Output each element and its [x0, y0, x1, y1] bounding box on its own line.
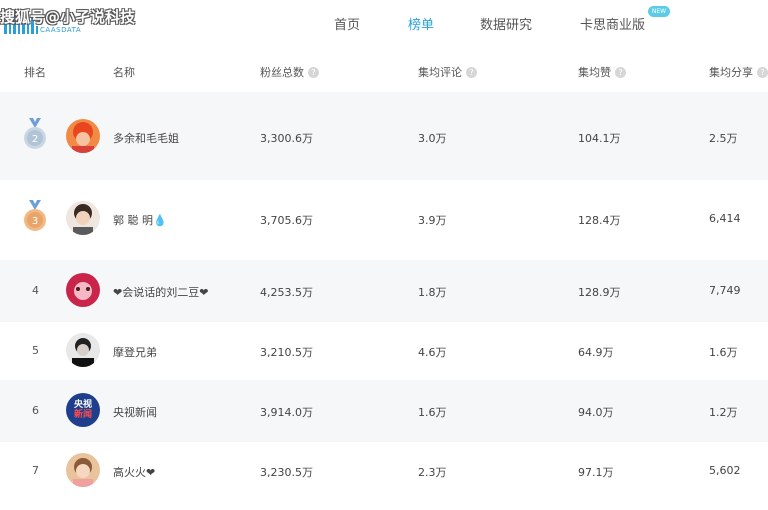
avg-likes: 97.1万 [578, 466, 614, 479]
help-icon[interactable]: ? [466, 66, 477, 78]
avg-likes: 94.0万 [578, 406, 614, 419]
col-name: 名称 [113, 66, 135, 79]
avg-comments: 2.3万 [418, 466, 447, 479]
avg-likes: 104.1万 [578, 132, 621, 145]
table-row[interactable]: 6 央视 新闻 央视新闻 3,914.0万 1.6万 94.0万 1.2万 [0, 380, 768, 442]
rank-number: 7 [32, 464, 39, 477]
account-name[interactable]: 多余和毛毛姐 [113, 130, 179, 146]
logo[interactable]: CAASDATA 搜狐号@小孑说科技 [0, 0, 160, 46]
avg-likes: 64.9万 [578, 346, 614, 359]
account-name[interactable]: 摩登兄弟 [113, 344, 157, 360]
fans-count: 3,230.5万 [260, 466, 313, 479]
fans-count: 3,914.0万 [260, 406, 313, 419]
watermark: 搜狐号@小孑说科技 [0, 8, 136, 26]
help-icon[interactable]: ? [757, 66, 768, 78]
fans-count: 3,300.6万 [260, 132, 313, 145]
avatar[interactable] [66, 333, 100, 367]
nav-business-edition[interactable]: 卡思商业版 [580, 14, 645, 33]
help-icon[interactable]: ? [615, 66, 626, 78]
table-row[interactable]: 4 ❤会说话的刘二豆❤ 4,253.5万 1.8万 128.9万 7,749 [0, 260, 768, 322]
top-nav-bar: CAASDATA 搜狐号@小孑说科技 首页 榜单 数据研究 卡思商业版 NEW [0, 0, 768, 46]
nav-rankings[interactable]: 榜单 [408, 14, 434, 33]
svg-text:3: 3 [32, 216, 38, 227]
new-badge: NEW [648, 6, 670, 17]
fans-count: 3,705.6万 [260, 214, 313, 227]
avatar[interactable] [66, 453, 100, 487]
avg-shares: 5,602 [709, 464, 741, 477]
avg-comments: 3.9万 [418, 214, 447, 227]
avatar[interactable] [66, 119, 100, 153]
help-icon[interactable]: ? [308, 66, 319, 78]
account-name[interactable]: 高火火❤ [113, 464, 155, 480]
table-row[interactable]: 3 郭 聪 明💧 3,705.6万 3.9万 128.4万 6,414 [0, 180, 768, 260]
fans-count: 4,253.5万 [260, 286, 313, 299]
avg-comments: 3.0万 [418, 132, 447, 145]
avatar[interactable]: 央视 新闻 [66, 393, 100, 427]
col-avg-shares[interactable]: 集均分享? [709, 64, 768, 80]
nav-data-research[interactable]: 数据研究 [480, 14, 532, 33]
account-name[interactable]: 郭 聪 明💧 [113, 212, 167, 228]
avatar[interactable] [66, 273, 100, 307]
col-avg-comments[interactable]: 集均评论? [418, 64, 477, 80]
avg-shares: 7,749 [709, 284, 741, 297]
account-name[interactable]: 央视新闻 [113, 404, 157, 420]
avg-comments: 1.6万 [418, 406, 447, 419]
table-header: 排名 名称 粉丝总数? 集均评论? 集均赞? 集均分享? [0, 46, 768, 92]
avg-shares: 1.6万 [709, 346, 738, 359]
rank-number: 4 [32, 284, 39, 297]
col-fans[interactable]: 粉丝总数? [260, 64, 319, 80]
account-name[interactable]: ❤会说话的刘二豆❤ [113, 284, 208, 300]
svg-text:2: 2 [32, 134, 38, 145]
avg-shares: 6,414 [709, 212, 741, 225]
col-rank: 排名 [24, 66, 46, 79]
silver-medal-icon: 2 [24, 118, 46, 149]
table-row[interactable]: 2 多余和毛毛姐 3,300.6万 3.0万 104.1万 2.5万 [0, 92, 768, 180]
avg-comments: 4.6万 [418, 346, 447, 359]
rank-number: 5 [32, 344, 39, 357]
avg-comments: 1.8万 [418, 286, 447, 299]
rank-number: 6 [32, 404, 39, 417]
table-row[interactable]: 7 高火火❤ 3,230.5万 2.3万 97.1万 5,602 [0, 442, 768, 504]
bronze-medal-icon: 3 [24, 200, 46, 231]
avg-shares: 2.5万 [709, 132, 738, 145]
table-row[interactable]: 5 摩登兄弟 3,210.5万 4.6万 64.9万 1.6万 [0, 322, 768, 380]
avatar[interactable] [66, 201, 100, 235]
avg-shares: 1.2万 [709, 406, 738, 419]
fans-count: 3,210.5万 [260, 346, 313, 359]
col-avg-likes[interactable]: 集均赞? [578, 64, 626, 80]
nav-home[interactable]: 首页 [334, 14, 360, 33]
logo-subtitle: CAASDATA [40, 26, 82, 34]
avg-likes: 128.9万 [578, 286, 621, 299]
avg-likes: 128.4万 [578, 214, 621, 227]
